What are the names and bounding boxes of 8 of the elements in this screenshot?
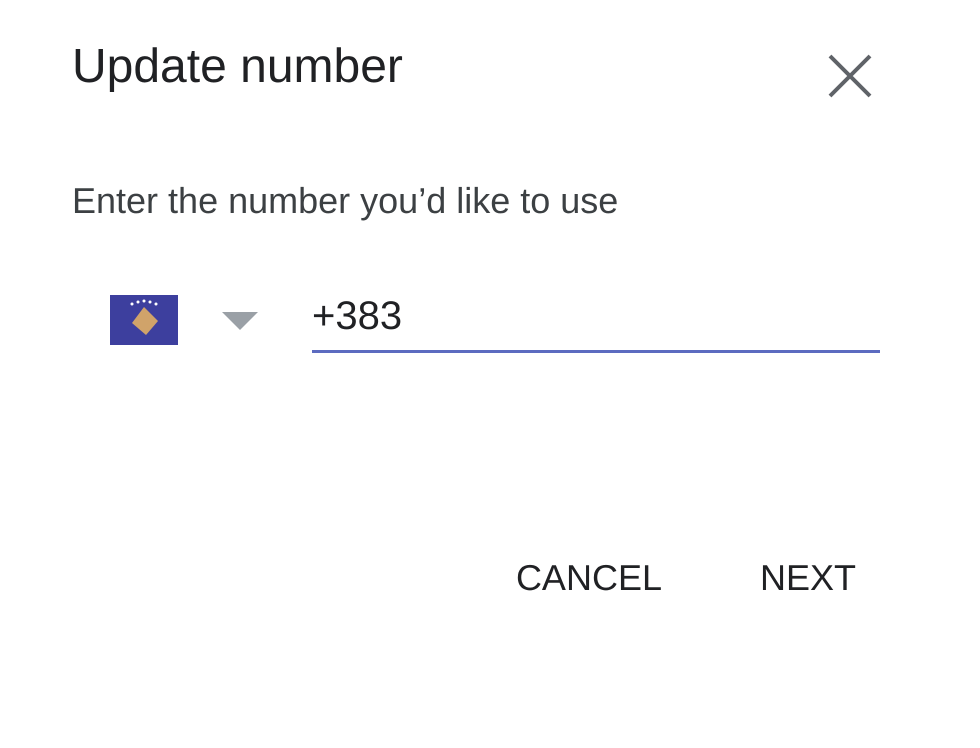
- dialog-title: Update number: [72, 39, 403, 95]
- next-button[interactable]: NEXT: [756, 543, 860, 613]
- phone-input-field[interactable]: +383: [312, 286, 880, 353]
- caret-icon: [222, 310, 258, 330]
- cancel-button[interactable]: CANCEL: [512, 543, 666, 613]
- prompt-text: Enter the number you’d like to use: [72, 179, 620, 223]
- country-selector[interactable]: [110, 294, 258, 344]
- flag-icon: [110, 294, 178, 344]
